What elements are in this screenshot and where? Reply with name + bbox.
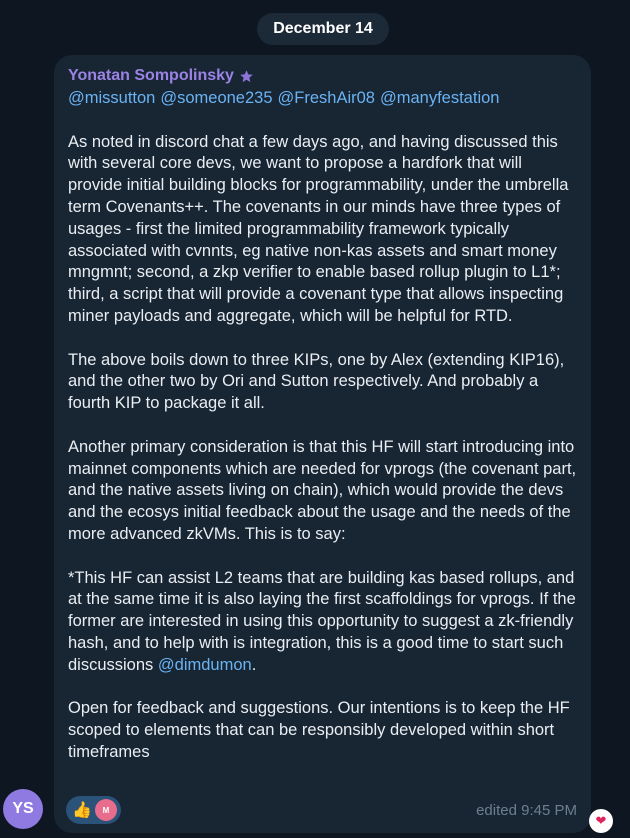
message-paragraph: The above boils down to three KIPs, one …: [68, 350, 565, 413]
mention-link[interactable]: @someone235: [160, 89, 272, 107]
mentions-line: @missutton @someone235 @FreshAir08 @manyfes…: [68, 88, 577, 110]
mention-link[interactable]: @missutton: [68, 89, 155, 107]
edited-timestamp: edited 9:45 PM: [476, 801, 577, 819]
mention-link[interactable]: @manyfestation: [380, 89, 499, 107]
sender-avatar[interactable]: YS: [3, 789, 43, 829]
message-paragraph: *This HF can assist L2 teams that are bu…: [68, 568, 577, 677]
sender-row: Yonatan Sompolinsky: [68, 65, 577, 87]
reactor-avatar: M: [94, 799, 117, 821]
message-text: As noted in discord chat a few days ago,…: [68, 132, 577, 764]
message-paragraph: Open for feedback and suggestions. Our i…: [68, 699, 570, 761]
paragraph-end: .: [251, 655, 257, 674]
message-footer: 👍 M edited 9:45 PM: [66, 795, 579, 825]
mention-link[interactable]: @FreshAir08: [278, 89, 375, 107]
thumbs-up-icon: 👍: [72, 802, 92, 819]
date-separator: December 14: [257, 13, 389, 45]
sender-name[interactable]: Yonatan Sompolinsky: [68, 67, 234, 85]
message-paragraph: Another primary consideration is that th…: [68, 437, 577, 543]
message-bubble[interactable]: Yonatan Sompolinsky @missutton @someone23…: [54, 55, 591, 833]
mention-link[interactable]: @dimdumon: [158, 656, 252, 674]
heart-reaction-icon[interactable]: ❤: [589, 809, 613, 833]
reaction-chip[interactable]: 👍 M: [66, 796, 121, 824]
paragraph-text: *This HF can assist L2 teams that are bu…: [68, 568, 576, 674]
premium-star-icon: [239, 69, 254, 84]
message-paragraph: As noted in discord chat a few days ago,…: [68, 132, 569, 325]
